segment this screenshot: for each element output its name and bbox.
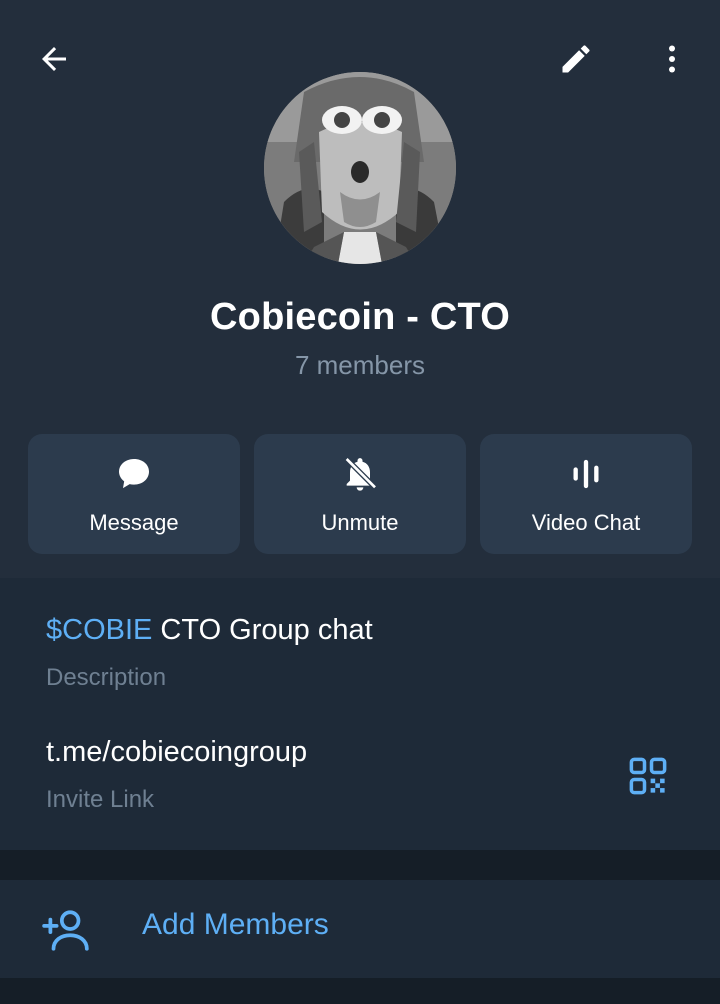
group-avatar[interactable] xyxy=(264,72,456,264)
arrow-left-icon xyxy=(42,47,66,71)
description-body: CTO Group chat xyxy=(152,614,373,646)
more-options-button[interactable] xyxy=(644,31,700,87)
unmute-label: Unmute xyxy=(321,510,399,535)
cashtag-link[interactable]: $COBIE xyxy=(46,614,152,646)
video-chat-label: Video Chat xyxy=(531,510,641,535)
invite-link-label: Invite Link xyxy=(46,786,155,813)
group-profile-screen: Cobiecoin - CTO 7 members Message Unmute… xyxy=(0,0,720,1004)
avatar-photo xyxy=(264,72,456,264)
add-members-button[interactable]: Add Members xyxy=(0,880,720,978)
more-vertical-icon xyxy=(669,45,675,73)
unmute-button[interactable]: Unmute xyxy=(254,434,466,554)
description-label: Description xyxy=(46,664,167,691)
edit-button[interactable] xyxy=(548,31,604,87)
pencil-icon xyxy=(562,45,590,73)
message-label: Message xyxy=(89,510,179,535)
section-divider xyxy=(0,850,720,880)
add-user-icon xyxy=(42,910,89,951)
chat-bubble-icon xyxy=(119,459,149,489)
back-button[interactable] xyxy=(26,31,82,87)
qr-code-icon xyxy=(629,757,667,795)
action-buttons: Message Unmute Video Chat xyxy=(28,434,692,554)
description-text[interactable]: $COBIE CTO Group chat xyxy=(46,614,373,647)
profile-header: Cobiecoin - CTO 7 members Message Unmute… xyxy=(0,0,720,578)
bottom-divider xyxy=(0,978,720,1004)
qr-code-button[interactable] xyxy=(620,748,676,804)
video-chat-button[interactable]: Video Chat xyxy=(480,434,692,554)
group-info-section: $COBIE CTO Group chat Description t.me/c… xyxy=(0,578,720,850)
audio-waves-icon xyxy=(573,459,599,489)
bell-off-icon xyxy=(344,457,377,491)
message-button[interactable]: Message xyxy=(28,434,240,554)
group-name: Cobiecoin - CTO xyxy=(210,296,510,338)
add-members-label: Add Members xyxy=(142,908,329,941)
member-count: 7 members xyxy=(294,350,426,380)
invite-link[interactable]: t.me/cobiecoingroup xyxy=(46,736,307,769)
